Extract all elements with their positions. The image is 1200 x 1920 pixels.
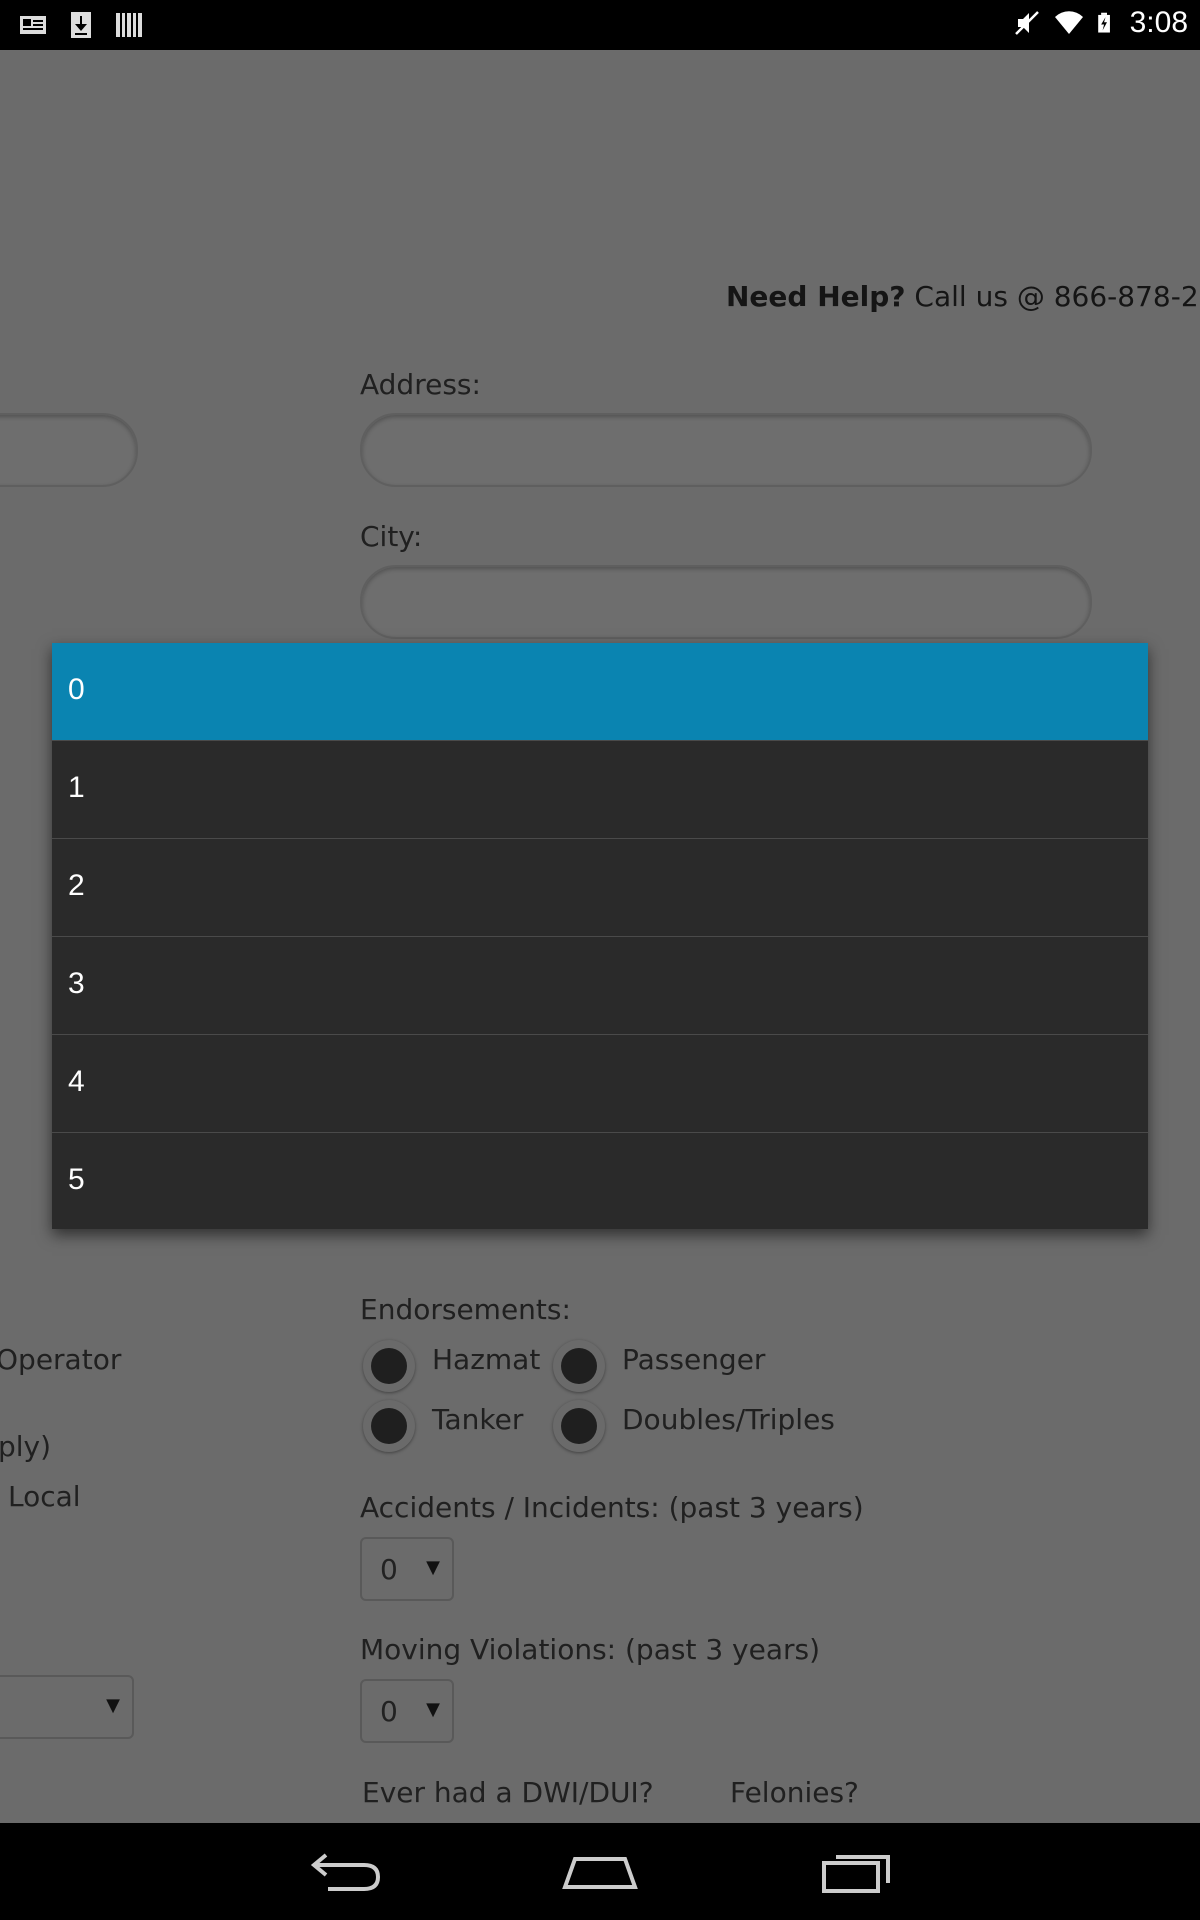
left-partial-select[interactable]: ▼ xyxy=(0,1675,134,1739)
passenger-radio[interactable] xyxy=(553,1340,605,1392)
accidents-label: Accidents / Incidents: (past 3 years) xyxy=(360,1491,864,1524)
dropdown-option-4[interactable]: 4 xyxy=(52,1035,1148,1133)
battery-charging-icon xyxy=(1097,12,1110,33)
violations-select[interactable]: 0 ▼ xyxy=(360,1679,454,1743)
home-icon[interactable] xyxy=(555,1843,645,1899)
left-partial-field[interactable] xyxy=(0,413,138,487)
accidents-dropdown-list: 0 1 2 3 4 5 xyxy=(52,643,1148,1229)
recents-icon[interactable] xyxy=(812,1843,902,1899)
dwi-label: Ever had a DWI/DUI? xyxy=(362,1776,654,1809)
option-label: 1 xyxy=(68,771,85,804)
option-label: 0 xyxy=(68,673,85,706)
hazmat-radio[interactable] xyxy=(363,1340,415,1392)
address-field[interactable] xyxy=(360,413,1092,487)
tanker-radio[interactable] xyxy=(363,1400,415,1452)
dropdown-option-1[interactable]: 1 xyxy=(52,741,1148,839)
chevron-down-icon: ▼ xyxy=(426,1699,440,1720)
doubles-radio[interactable] xyxy=(553,1400,605,1452)
option-label: 2 xyxy=(68,869,85,902)
download-icon xyxy=(71,12,91,38)
endorsements-label: Endorsements: xyxy=(360,1293,571,1326)
operator-label: Operator xyxy=(0,1343,122,1376)
option-label: 4 xyxy=(68,1065,85,1098)
option-label: 5 xyxy=(68,1163,85,1196)
tanker-label: Tanker xyxy=(432,1403,524,1436)
dropdown-option-2[interactable]: 2 xyxy=(52,839,1148,937)
address-label: Address: xyxy=(360,368,481,401)
chevron-down-icon: ▼ xyxy=(426,1557,440,1578)
notification-card-icon xyxy=(20,16,46,34)
status-bar: 3:08 xyxy=(0,0,1200,50)
help-text: Need Help? Call us @ 866-878-25 xyxy=(726,280,1200,313)
accidents-value: 0 xyxy=(380,1553,398,1586)
city-label: City: xyxy=(360,520,423,553)
chevron-down-icon: ▼ xyxy=(106,1695,120,1716)
doubles-label: Doubles/Triples xyxy=(622,1403,835,1436)
status-bar-left xyxy=(18,10,144,40)
violations-value: 0 xyxy=(380,1695,398,1728)
status-bar-right: 3:08 xyxy=(1012,6,1188,40)
felonies-label: Felonies? xyxy=(730,1776,859,1809)
local-label: Local xyxy=(8,1480,81,1513)
city-field[interactable] xyxy=(360,565,1092,639)
option-label: 3 xyxy=(68,967,85,1000)
wifi-icon xyxy=(1054,11,1083,35)
hazmat-label: Hazmat xyxy=(432,1343,541,1376)
help-phone: Call us @ 866-878-25 xyxy=(905,280,1200,313)
barcode-icon xyxy=(116,13,142,37)
nav-bar xyxy=(0,1823,1200,1920)
help-bold: Need Help? xyxy=(726,280,906,313)
dropdown-option-5[interactable]: 5 xyxy=(52,1133,1148,1230)
mute-icon xyxy=(1014,11,1039,35)
back-icon[interactable] xyxy=(298,1843,388,1899)
passenger-label: Passenger xyxy=(622,1343,766,1376)
dropdown-option-3[interactable]: 3 xyxy=(52,937,1148,1035)
apply-label: ply) xyxy=(0,1430,52,1463)
violations-label: Moving Violations: (past 3 years) xyxy=(360,1633,821,1666)
dropdown-option-0[interactable]: 0 xyxy=(52,643,1148,741)
status-clock: 3:08 xyxy=(1129,6,1188,39)
accidents-select[interactable]: 0 ▼ xyxy=(360,1537,454,1601)
